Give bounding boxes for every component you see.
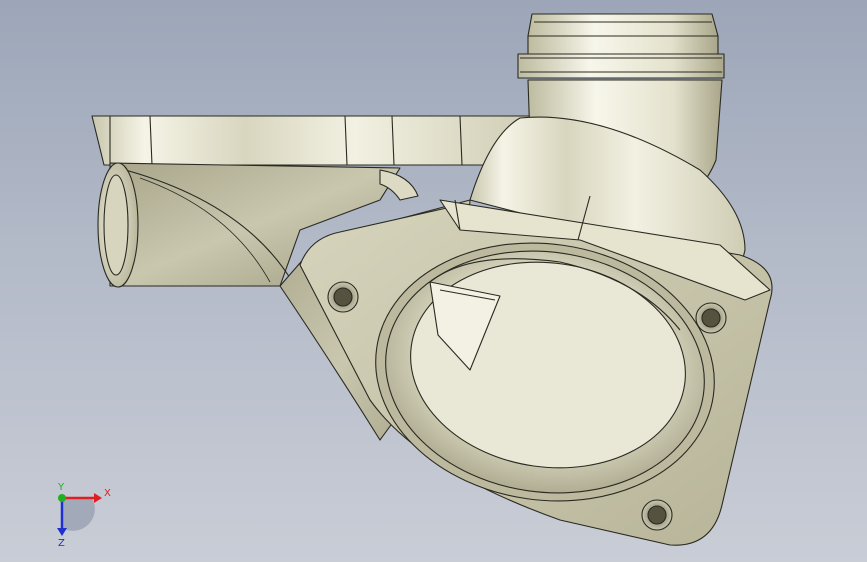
coordinate-triad-icon: X Y Z	[57, 482, 111, 546]
y-axis-dot	[58, 494, 66, 502]
x-axis-arrowhead	[94, 493, 102, 503]
z-axis-arrowhead	[57, 528, 67, 536]
x-axis-label: X	[104, 488, 111, 499]
z-axis-label: Z	[58, 538, 65, 546]
triad-quadrant	[62, 498, 95, 531]
y-axis-label: Y	[57, 482, 65, 493]
graphics-viewport[interactable]: X Y Z	[0, 0, 867, 562]
3d-model-housing[interactable]	[0, 0, 867, 562]
